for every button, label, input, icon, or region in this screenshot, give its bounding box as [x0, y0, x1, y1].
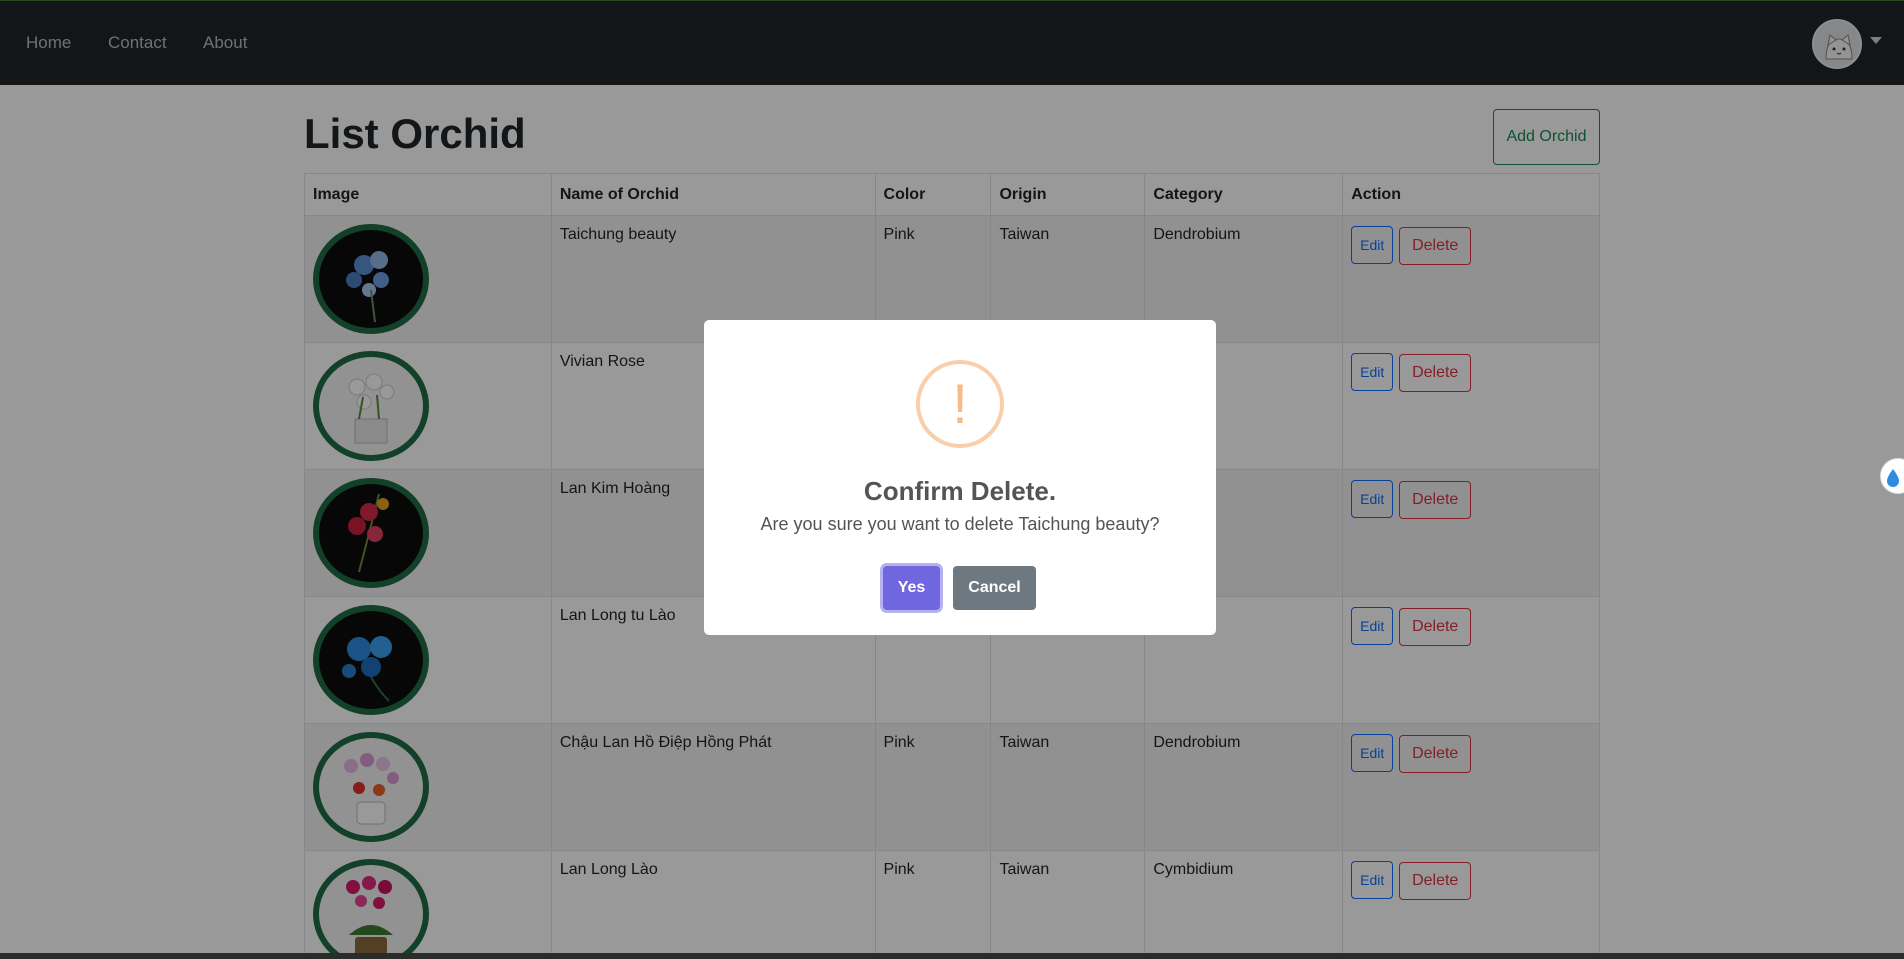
water-drop-icon: [1887, 469, 1899, 487]
bottom-bar: [0, 953, 1904, 959]
confirm-yes-button[interactable]: Yes: [883, 566, 940, 610]
dialog-title: Confirm Delete.: [863, 476, 1057, 506]
warning-icon: !: [916, 360, 1004, 448]
floating-widget[interactable]: [1880, 458, 1904, 494]
dialog-message: Are you sure you want to delete Taichung…: [760, 514, 1160, 534]
confirm-delete-dialog: ! Confirm Delete. Are you sure you want …: [704, 320, 1216, 635]
cancel-button[interactable]: Cancel: [953, 566, 1036, 610]
